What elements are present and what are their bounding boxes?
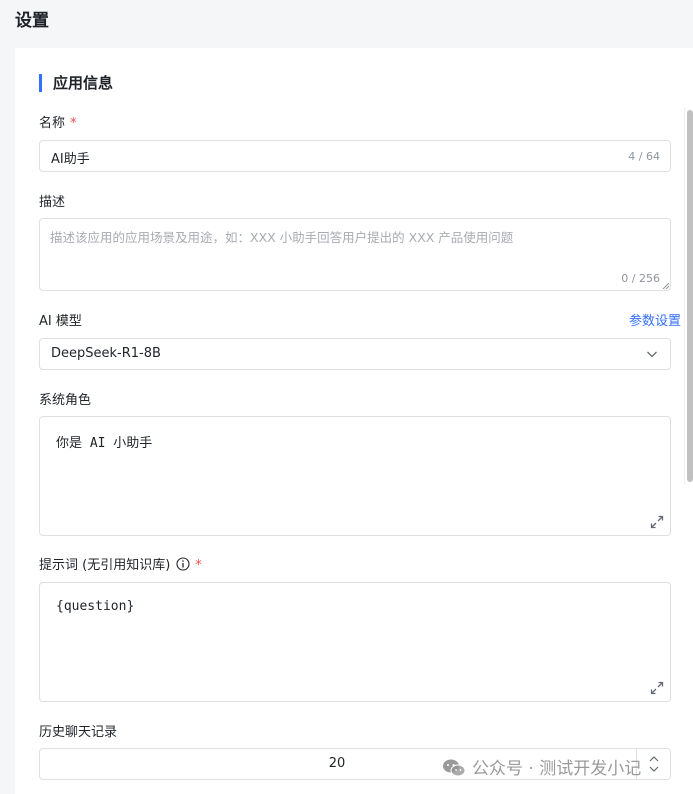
model-label: AI 模型 bbox=[39, 314, 82, 329]
system-role-value: 你是 AI 小助手 bbox=[56, 436, 153, 451]
settings-card: 应用信息 名称 * AI助手 4 / 64 描述 描述该应用的应用场景及用途，如：… bbox=[15, 48, 693, 794]
description-char-counter: 0 / 256 bbox=[621, 272, 660, 285]
system-role-editor[interactable]: 你是 AI 小助手 bbox=[39, 416, 671, 536]
required-mark: * bbox=[195, 558, 202, 573]
watermark: 公众号 · 测试开发小记 bbox=[442, 754, 641, 779]
description-placeholder: 描述该应用的应用场景及用途，如：XXX 小助手回答用户提出的 XXX 产品使用问… bbox=[50, 230, 514, 245]
wechat-icon bbox=[443, 759, 466, 777]
section-title: 应用信息 bbox=[39, 74, 113, 92]
expand-icon[interactable] bbox=[650, 515, 664, 529]
prompt-value: {question} bbox=[56, 599, 135, 614]
name-label: 名称 * bbox=[39, 112, 77, 131]
stepper-arrows-icon[interactable] bbox=[637, 749, 671, 779]
prompt-label: 提示词 (无引用知识库) * bbox=[39, 554, 202, 573]
prompt-editor[interactable]: {question} bbox=[39, 582, 671, 702]
page-title: 设置 bbox=[15, 11, 49, 31]
watermark-text: 公众号 · 测试开发小记 bbox=[472, 759, 642, 779]
required-mark: * bbox=[70, 116, 77, 131]
resize-grip-icon[interactable] bbox=[662, 282, 669, 289]
system-role-label: 系统角色 bbox=[39, 393, 92, 408]
param-settings-link[interactable]: 参数设置 bbox=[629, 310, 681, 329]
scrollbar-thumb[interactable] bbox=[687, 110, 693, 482]
name-input[interactable]: AI助手 4 / 64 bbox=[39, 140, 671, 172]
history-label: 历史聊天记录 bbox=[39, 725, 118, 740]
model-select-value: DeepSeek-R1-8B bbox=[51, 346, 161, 361]
prompt-label-text: 提示词 (无引用知识库) bbox=[39, 558, 171, 573]
info-icon[interactable] bbox=[176, 557, 190, 571]
name-label-text: 名称 bbox=[39, 116, 66, 131]
chevron-down-icon bbox=[647, 351, 657, 358]
expand-icon[interactable] bbox=[650, 681, 664, 695]
model-select[interactable]: DeepSeek-R1-8B bbox=[39, 338, 671, 370]
description-textarea[interactable]: 描述该应用的应用场景及用途，如：XXX 小助手回答用户提出的 XXX 产品使用问… bbox=[39, 218, 671, 291]
description-label: 描述 bbox=[39, 195, 66, 210]
name-char-counter: 4 / 64 bbox=[628, 150, 660, 163]
name-input-value: AI助手 bbox=[51, 152, 90, 167]
scrollbar[interactable] bbox=[684, 108, 693, 484]
